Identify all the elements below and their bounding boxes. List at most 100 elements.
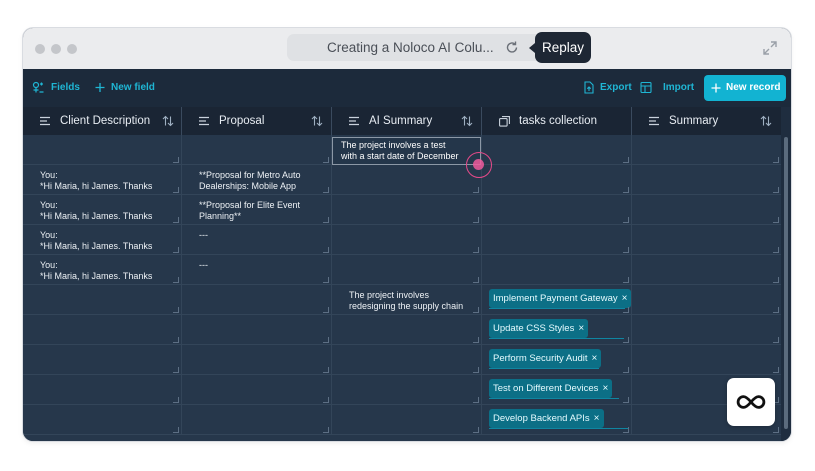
task-tag[interactable]: Develop Backend APIs × — [489, 409, 604, 428]
cell-client-description[interactable]: You: *Hi Maria, hi James. Thanks — [23, 255, 182, 285]
import-button[interactable]: Import — [640, 69, 696, 107]
cell-client-description[interactable] — [23, 135, 182, 165]
resize-handle-icon[interactable] — [623, 367, 629, 373]
resize-handle-icon[interactable] — [623, 157, 629, 163]
task-tag[interactable]: Perform Security Audit × — [489, 349, 602, 368]
expand-icon[interactable] — [763, 41, 777, 55]
cell-ai-summary[interactable] — [332, 405, 482, 435]
resize-handle-icon[interactable] — [773, 427, 779, 433]
table-row[interactable]: You: *Hi Maria, hi James. Thanks **Propos… — [23, 165, 791, 195]
cell-proposal[interactable] — [182, 315, 332, 345]
resize-handle-icon[interactable] — [323, 217, 329, 223]
cell-tasks-collection[interactable] — [482, 255, 632, 285]
address-bar[interactable]: Creating a Noloco AI Colu... — [287, 34, 549, 61]
cell-proposal[interactable]: --- — [182, 255, 332, 285]
task-tag[interactable]: Update CSS Styles × — [489, 319, 589, 338]
resize-handle-icon[interactable] — [323, 247, 329, 253]
sort-icon[interactable] — [461, 115, 473, 127]
resize-handle-icon[interactable] — [623, 397, 629, 403]
resize-handle-icon[interactable] — [623, 247, 629, 253]
cell-tasks-collection[interactable]: Develop Backend APIs × — [482, 405, 632, 435]
resize-handle-icon[interactable] — [473, 217, 479, 223]
cell-client-description[interactable] — [23, 345, 182, 375]
table-row[interactable]: Develop Backend APIs × — [23, 405, 791, 435]
column-header-proposal[interactable]: Proposal — [182, 107, 332, 135]
cell-ai-summary[interactable] — [332, 225, 482, 255]
table-row[interactable]: You: *Hi Maria, hi James. Thanks **Propos… — [23, 195, 791, 225]
resize-handle-icon[interactable] — [773, 307, 779, 313]
cell-tasks-collection[interactable]: Update CSS Styles × — [482, 315, 632, 345]
cell-client-description[interactable]: You: *Hi Maria, hi James. Thanks — [23, 195, 182, 225]
column-header-tasks-collection[interactable]: tasks collection — [482, 107, 632, 135]
resize-handle-icon[interactable] — [623, 427, 629, 433]
cell-tasks-collection[interactable] — [482, 135, 632, 165]
cell-ai-summary[interactable] — [332, 165, 482, 195]
cell-tasks-collection[interactable] — [482, 165, 632, 195]
cell-tasks-collection[interactable] — [482, 195, 632, 225]
resize-handle-icon[interactable] — [773, 157, 779, 163]
resize-handle-icon[interactable] — [323, 307, 329, 313]
resize-handle-icon[interactable] — [323, 337, 329, 343]
cell-summary[interactable] — [632, 135, 781, 165]
table-row[interactable]: The project involves redesigning the sup… — [23, 285, 791, 315]
cell-ai-summary[interactable] — [332, 375, 482, 405]
resize-handle-icon[interactable] — [473, 277, 479, 283]
resize-handle-icon[interactable] — [623, 337, 629, 343]
sort-icon[interactable] — [760, 115, 772, 127]
resize-handle-icon[interactable] — [773, 217, 779, 223]
table-row[interactable]: You: *Hi Maria, hi James. Thanks --- — [23, 225, 791, 255]
column-header-summary[interactable]: Summary — [632, 107, 781, 135]
table-row[interactable]: Perform Security Audit × — [23, 345, 791, 375]
cell-client-description[interactable] — [23, 285, 182, 315]
resize-handle-icon[interactable] — [323, 187, 329, 193]
window-minimize-dot[interactable] — [51, 44, 61, 54]
resize-handle-icon[interactable] — [323, 427, 329, 433]
new-field-button[interactable]: New field — [95, 69, 185, 107]
cell-proposal[interactable] — [182, 285, 332, 315]
resize-handle-icon[interactable] — [473, 367, 479, 373]
cell-proposal[interactable]: **Proposal for Metro Auto Dealerships: M… — [182, 165, 332, 195]
cell-summary[interactable] — [632, 225, 781, 255]
cell-tasks-collection[interactable]: Implement Payment Gateway × — [482, 285, 632, 315]
resize-handle-icon[interactable] — [323, 277, 329, 283]
cell-client-description[interactable] — [23, 405, 182, 435]
remove-tag-icon[interactable]: × — [578, 323, 584, 334]
resize-handle-icon[interactable] — [473, 397, 479, 403]
resize-handle-icon[interactable] — [173, 277, 179, 283]
resize-handle-icon[interactable] — [473, 337, 479, 343]
resize-handle-icon[interactable] — [173, 157, 179, 163]
resize-handle-icon[interactable] — [473, 247, 479, 253]
resize-handle-icon[interactable] — [173, 217, 179, 223]
cell-summary[interactable] — [632, 165, 781, 195]
column-header-ai-summary[interactable]: AI Summary — [332, 107, 482, 135]
scrollbar-thumb[interactable] — [784, 137, 788, 429]
resize-handle-icon[interactable] — [323, 367, 329, 373]
table-row[interactable]: You: *Hi Maria, hi James. Thanks --- — [23, 255, 791, 285]
cell-ai-summary[interactable] — [332, 195, 482, 225]
cell-proposal[interactable]: **Proposal for Elite Event Planning** — [182, 195, 332, 225]
cell-proposal[interactable]: --- — [182, 225, 332, 255]
cell-summary[interactable] — [632, 285, 781, 315]
resize-handle-icon[interactable] — [173, 367, 179, 373]
resize-handle-icon[interactable] — [473, 307, 479, 313]
column-header-client-description[interactable]: Client Description — [23, 107, 182, 135]
resize-handle-icon[interactable] — [773, 367, 779, 373]
resize-handle-icon[interactable] — [173, 247, 179, 253]
cell-ai-summary[interactable] — [332, 315, 482, 345]
replay-button[interactable]: Replay — [529, 32, 591, 63]
resize-handle-icon[interactable] — [323, 397, 329, 403]
table-row[interactable]: Test on Different Devices × — [23, 375, 791, 405]
cell-client-description[interactable] — [23, 315, 182, 345]
resize-handle-icon[interactable] — [473, 427, 479, 433]
cell-proposal[interactable] — [182, 405, 332, 435]
cell-summary[interactable] — [632, 255, 781, 285]
cell-client-description[interactable]: You: *Hi Maria, hi James. Thanks — [23, 225, 182, 255]
cell-proposal[interactable] — [182, 135, 332, 165]
cell-tasks-collection[interactable]: Perform Security Audit × — [482, 345, 632, 375]
cell-proposal[interactable] — [182, 375, 332, 405]
resize-handle-icon[interactable] — [623, 187, 629, 193]
sort-icon[interactable] — [162, 115, 174, 127]
resize-handle-icon[interactable] — [473, 187, 479, 193]
resize-handle-icon[interactable] — [773, 187, 779, 193]
remove-tag-icon[interactable]: × — [622, 293, 628, 304]
